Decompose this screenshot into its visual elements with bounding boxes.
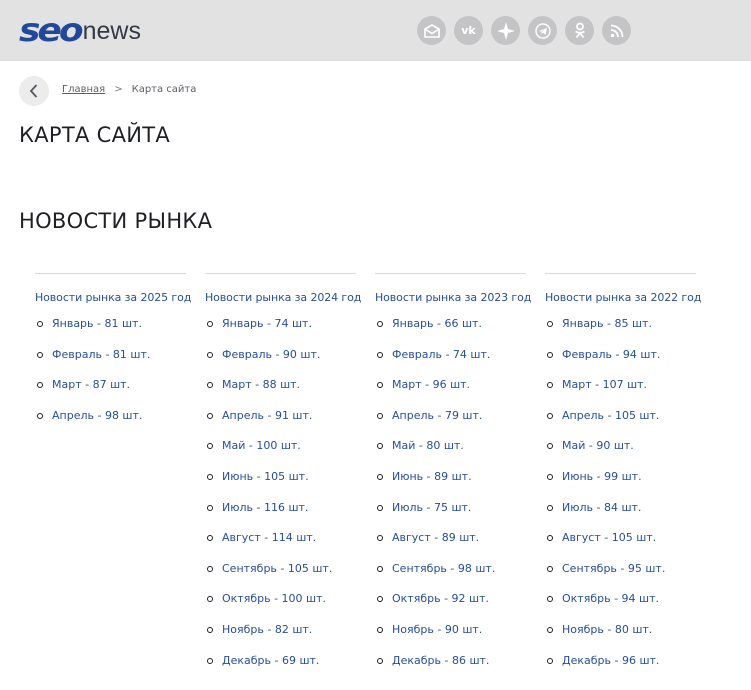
month-link[interactable]: Январь - 74 шт. xyxy=(205,317,356,348)
breadcrumb-separator: > xyxy=(114,84,123,95)
chevron-left-icon xyxy=(29,84,38,98)
month-link[interactable]: Июнь - 89 шт. xyxy=(375,470,526,501)
month-link[interactable]: Октябрь - 92 шт. xyxy=(375,592,526,623)
month-link[interactable]: Ноябрь - 90 шт. xyxy=(375,623,526,654)
month-link[interactable]: Апрель - 105 шт. xyxy=(545,409,696,440)
month-link[interactable]: Май - 90 шт. xyxy=(545,439,696,470)
year-column-2025: Новости рынка за 2025 год Январь - 81 шт… xyxy=(35,273,191,439)
year-link-2023[interactable]: Новости рынка за 2023 год xyxy=(375,291,531,304)
section-title: НОВОСТИ РЫНКА xyxy=(19,209,213,233)
year-column-2024: Новости рынка за 2024 год Январь - 74 шт… xyxy=(205,273,361,684)
month-link[interactable]: Ноябрь - 82 шт. xyxy=(205,623,356,654)
month-link[interactable]: Апрель - 98 шт. xyxy=(35,409,186,440)
month-list-2024: Январь - 74 шт. Февраль - 90 шт. Март - … xyxy=(205,317,356,684)
back-button[interactable] xyxy=(19,76,49,106)
month-link[interactable]: Август - 105 шт. xyxy=(545,531,696,562)
year-column-2022: Новости рынка за 2022 год Январь - 85 шт… xyxy=(545,273,701,684)
month-link[interactable]: Сентябрь - 105 шт. xyxy=(205,562,356,593)
month-link[interactable]: Июль - 116 шт. xyxy=(205,501,356,532)
month-link[interactable]: Июль - 84 шт. xyxy=(545,501,696,532)
month-link[interactable]: Январь - 66 шт. xyxy=(375,317,526,348)
month-link[interactable]: Июнь - 105 шт. xyxy=(205,470,356,501)
compass-icon[interactable] xyxy=(491,16,520,45)
month-link[interactable]: Август - 114 шт. xyxy=(205,531,356,562)
month-link[interactable]: Июнь - 99 шт. xyxy=(545,470,696,501)
month-link[interactable]: Сентябрь - 98 шт. xyxy=(375,562,526,593)
month-link[interactable]: Декабрь - 86 шт. xyxy=(375,654,526,685)
month-link[interactable]: Август - 89 шт. xyxy=(375,531,526,562)
month-list-2022: Январь - 85 шт. Февраль - 94 шт. Март - … xyxy=(545,317,696,684)
month-link[interactable]: Апрель - 91 шт. xyxy=(205,409,356,440)
month-link[interactable]: Февраль - 90 шт. xyxy=(205,348,356,379)
month-link[interactable]: Март - 107 шт. xyxy=(545,378,696,409)
month-link[interactable]: Октябрь - 100 шт. xyxy=(205,592,356,623)
month-link[interactable]: Декабрь - 69 шт. xyxy=(205,654,356,685)
breadcrumb: Главная > Карта сайта xyxy=(62,84,196,95)
breadcrumb-current: Карта сайта xyxy=(131,84,197,95)
year-column-2023: Новости рынка за 2023 год Январь - 66 шт… xyxy=(375,273,531,684)
month-link[interactable]: Сентябрь - 95 шт. xyxy=(545,562,696,593)
year-link-2024[interactable]: Новости рынка за 2024 год xyxy=(205,291,361,304)
logo-news-text: news xyxy=(82,17,141,45)
month-link[interactable]: Январь - 85 шт. xyxy=(545,317,696,348)
site-header: seo news vk xyxy=(0,0,751,61)
month-link[interactable]: Ноябрь - 80 шт. xyxy=(545,623,696,654)
month-link[interactable]: Октябрь - 94 шт. xyxy=(545,592,696,623)
telegram-icon[interactable] xyxy=(528,16,557,45)
month-link[interactable]: Декабрь - 96 шт. xyxy=(545,654,696,685)
seonews-logo[interactable]: seo news xyxy=(19,14,141,48)
month-link[interactable]: Март - 96 шт. xyxy=(375,378,526,409)
vk-icon-text: vk xyxy=(461,24,476,37)
month-link[interactable]: Февраль - 81 шт. xyxy=(35,348,186,379)
breadcrumb-home-link[interactable]: Главная xyxy=(62,84,105,95)
month-list-2025: Январь - 81 шт. Февраль - 81 шт. Март - … xyxy=(35,317,186,439)
month-link[interactable]: Июль - 75 шт. xyxy=(375,501,526,532)
month-link[interactable]: Февраль - 94 шт. xyxy=(545,348,696,379)
month-list-2023: Январь - 66 шт. Февраль - 74 шт. Март - … xyxy=(375,317,526,684)
mail-icon[interactable] xyxy=(417,16,446,45)
vk-icon[interactable]: vk xyxy=(454,16,483,45)
month-link[interactable]: Март - 87 шт. xyxy=(35,378,186,409)
year-link-2025[interactable]: Новости рынка за 2025 год xyxy=(35,291,191,304)
month-link[interactable]: Май - 100 шт. xyxy=(205,439,356,470)
odnoklassniki-icon[interactable] xyxy=(565,16,594,45)
month-link[interactable]: Февраль - 74 шт. xyxy=(375,348,526,379)
month-link[interactable]: Май - 80 шт. xyxy=(375,439,526,470)
month-link[interactable]: Март - 88 шт. xyxy=(205,378,356,409)
month-link[interactable]: Январь - 81 шт. xyxy=(35,317,186,348)
social-links: vk xyxy=(417,16,631,45)
logo-seo-text: seo xyxy=(19,12,84,50)
month-link[interactable]: Апрель - 79 шт. xyxy=(375,409,526,440)
page-title: КАРТА САЙТА xyxy=(19,123,171,147)
year-link-2022[interactable]: Новости рынка за 2022 год xyxy=(545,291,701,304)
rss-icon[interactable] xyxy=(602,16,631,45)
